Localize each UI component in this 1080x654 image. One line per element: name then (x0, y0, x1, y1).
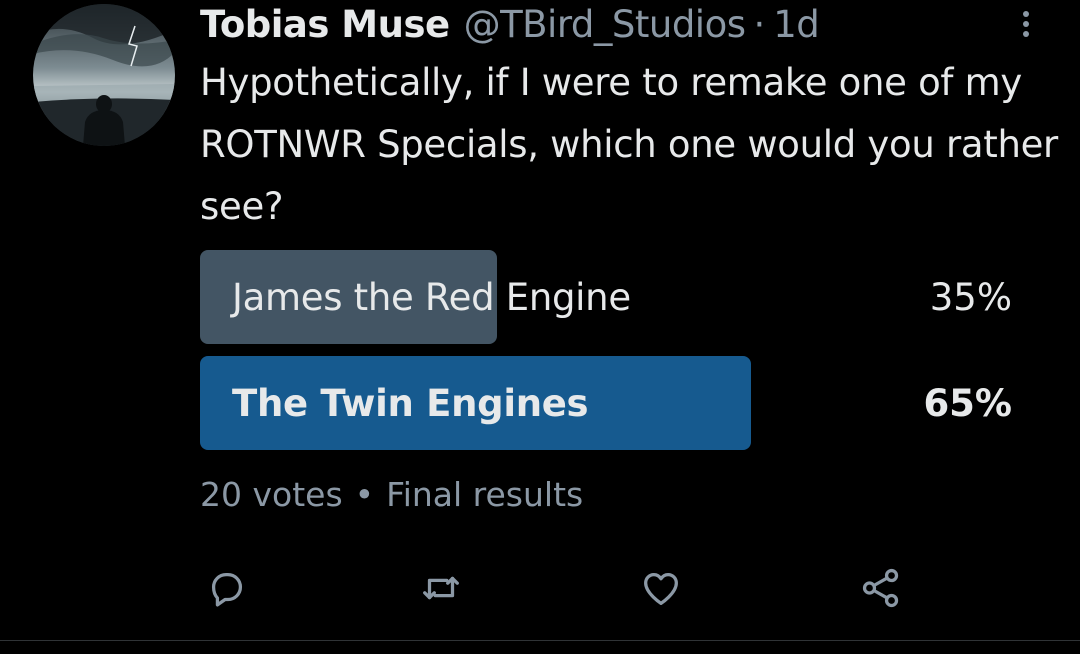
share-icon[interactable] (858, 565, 904, 611)
author-handle[interactable]: @TBird_Studios (464, 3, 746, 46)
poll-option-label: The Twin Engines (232, 381, 589, 425)
poll-option: James the Red Engine 35% (200, 250, 1012, 344)
timestamp[interactable]: 1d (773, 3, 820, 46)
tweet-text: Hypothetically, if I were to remake one … (200, 61, 1058, 228)
poll-meta: 20 votes • Final results (200, 472, 583, 516)
poll-vote-count: 20 votes (200, 474, 343, 514)
tweet-header: Tobias Muse @TBird_Studios · 1d (200, 2, 820, 46)
poll-option-label: James the Red Engine (232, 275, 631, 319)
avatar[interactable] (33, 4, 175, 146)
reply-icon[interactable] (204, 565, 250, 611)
poll-option-percent: 35% (929, 275, 1012, 319)
author-name[interactable]: Tobias Muse (200, 3, 450, 46)
retweet-icon[interactable] (418, 565, 464, 611)
header-separator: · (753, 2, 766, 46)
more-options-icon[interactable] (1014, 6, 1038, 42)
poll-option: The Twin Engines 65% (200, 356, 1012, 450)
poll-option-percent: 65% (923, 381, 1012, 425)
poll-status: Final results (386, 474, 584, 514)
stormy-sea-silhouette-icon (33, 4, 175, 146)
like-icon[interactable] (638, 565, 684, 611)
divider (0, 640, 1080, 641)
poll-meta-separator: • (354, 474, 375, 514)
